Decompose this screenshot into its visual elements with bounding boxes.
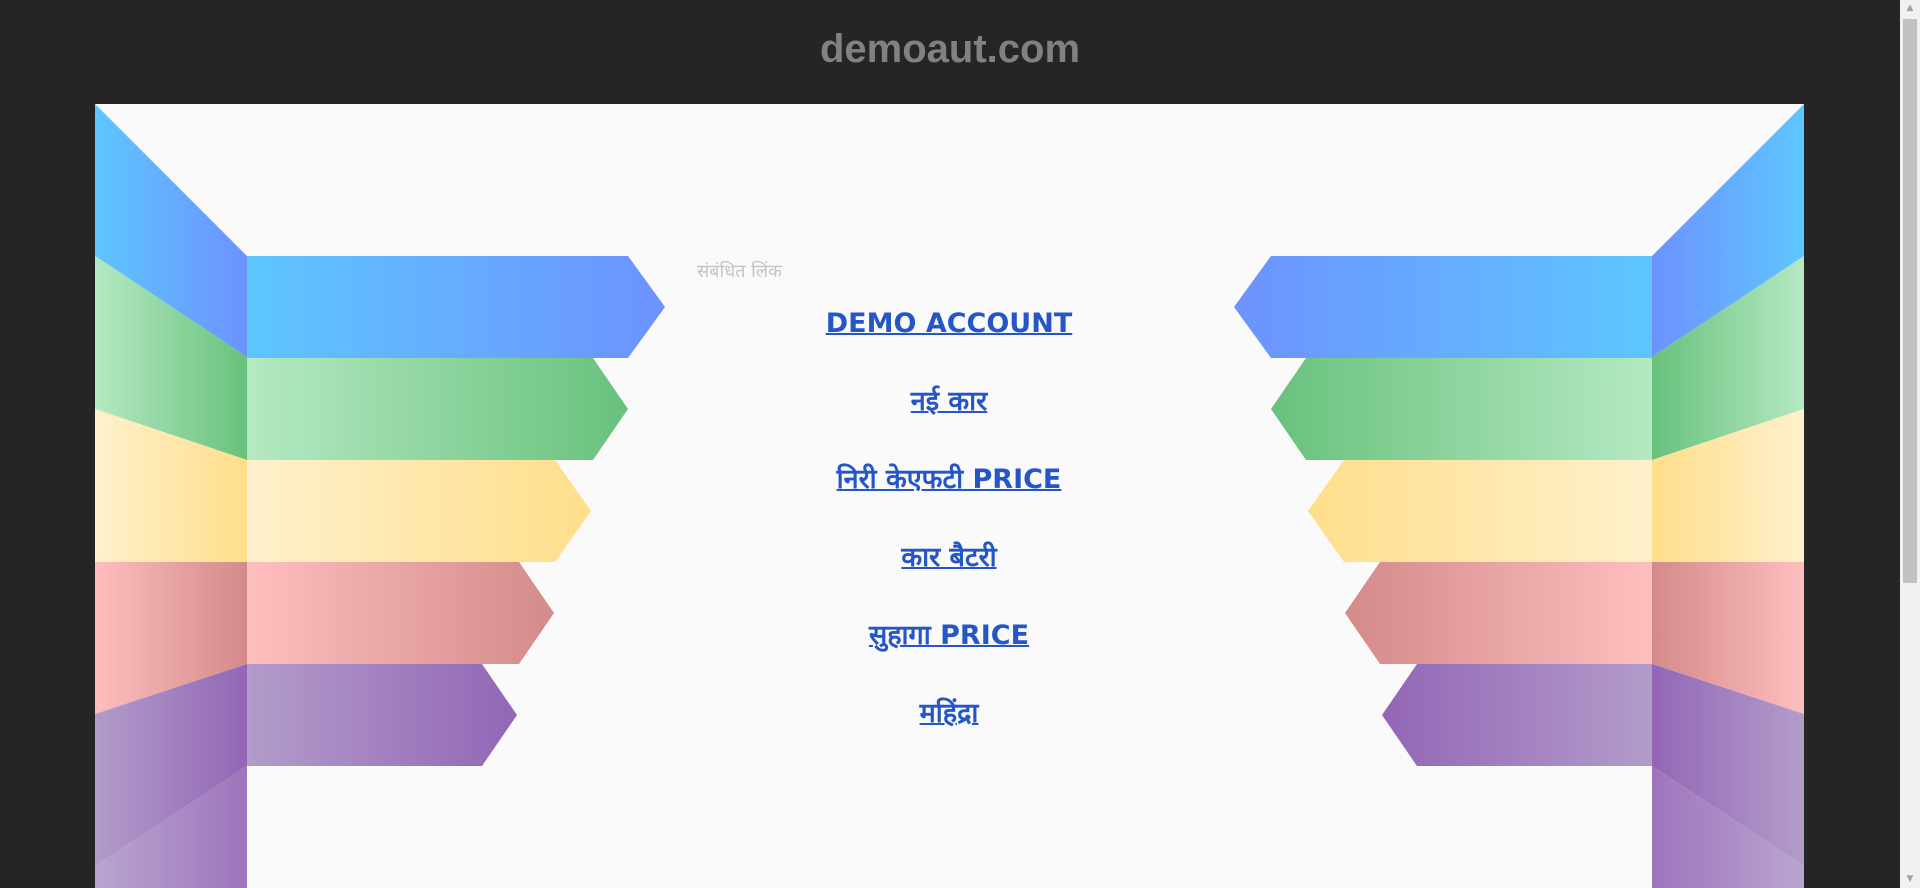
site-header: demoaut.com (0, 0, 1900, 104)
link-mahindra[interactable]: महिंद्रा (920, 698, 979, 729)
related-links-list: DEMO ACCOUNT नई कार निरी केएफटी PRICE का… (549, 302, 1349, 770)
list-item: निरी केएफटी PRICE (549, 458, 1349, 536)
vertical-scrollbar[interactable]: ▲ ▼ (1900, 0, 1920, 888)
domain-title[interactable]: demoaut.com (820, 27, 1080, 72)
list-item: सुहागा PRICE (549, 614, 1349, 692)
list-item: DEMO ACCOUNT (549, 302, 1349, 380)
list-item: कार बैटरी (549, 536, 1349, 614)
link-demo-account[interactable]: DEMO ACCOUNT (826, 308, 1073, 339)
right-wall (1652, 104, 1804, 888)
content-panel: संबंधित लिंक DEMO ACCOUNT नई कार निरी के… (95, 104, 1804, 888)
link-niri-kft-price[interactable]: निरी केएफटी PRICE (837, 464, 1062, 495)
link-suhaga-price[interactable]: सुहागा PRICE (869, 620, 1029, 651)
link-new-car[interactable]: नई कार (911, 386, 987, 417)
related-links-label: संबंधित लिंक (697, 261, 782, 282)
scroll-down-icon[interactable]: ▼ (1900, 871, 1920, 888)
left-wall (95, 104, 247, 888)
link-car-battery[interactable]: कार बैटरी (901, 542, 996, 573)
list-item: महिंद्रा (549, 692, 1349, 770)
list-item: नई कार (549, 380, 1349, 458)
scrollbar-thumb[interactable] (1903, 19, 1917, 583)
scroll-up-icon[interactable]: ▲ (1900, 0, 1920, 17)
